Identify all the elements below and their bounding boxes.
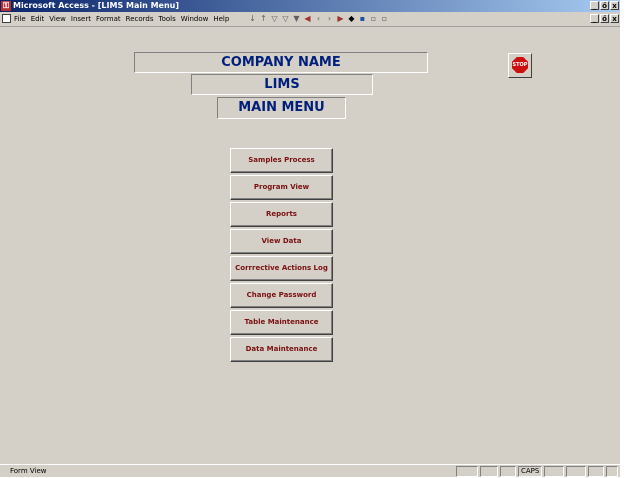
status-panel-2 bbox=[480, 466, 498, 477]
menu-items: File Edit View Insert Format Records Too… bbox=[14, 12, 234, 26]
menu-format[interactable]: Format bbox=[96, 12, 121, 26]
status-panel-5 bbox=[544, 466, 564, 477]
find-icon[interactable]: ◆ bbox=[347, 14, 356, 24]
menu-file[interactable]: File bbox=[14, 12, 26, 26]
caps-indicator: CAPS bbox=[518, 466, 542, 477]
record-toolbar: ↓ ↑ ▽ ▽ ▼ ◀ ‹ › ▶ ◆ ▪ ▫ ▫ bbox=[248, 14, 391, 24]
menu-help[interactable]: Help bbox=[213, 12, 229, 26]
restore-button[interactable]: ő bbox=[600, 1, 609, 10]
first-record-icon[interactable]: ◀ bbox=[303, 14, 312, 24]
change-password-button[interactable]: Change Password bbox=[230, 283, 333, 308]
form-document-icon[interactable] bbox=[2, 14, 11, 23]
last-record-icon[interactable]: ▶ bbox=[336, 14, 345, 24]
window-title: Microsoft Access - [LIMS Main Menu] bbox=[13, 1, 180, 10]
menu-window[interactable]: Window bbox=[181, 12, 209, 26]
access-window: ⚿ Microsoft Access - [LIMS Main Menu] _ … bbox=[0, 0, 620, 477]
menu-bar: File Edit View Insert Format Records Too… bbox=[0, 12, 620, 27]
reports-button[interactable]: Reports bbox=[230, 202, 333, 227]
access-key-icon: ⚿ bbox=[1, 1, 11, 11]
company-name-label: COMPANY NAME bbox=[134, 52, 428, 73]
doc-close-button[interactable]: x bbox=[610, 14, 619, 23]
menu-insert[interactable]: Insert bbox=[71, 12, 91, 26]
document-controls: _ ő x bbox=[589, 14, 619, 23]
window-controls: _ ő x bbox=[589, 1, 619, 11]
screen-edge bbox=[620, 0, 627, 477]
data-maintenance-button[interactable]: Data Maintenance bbox=[230, 337, 333, 362]
view-mode-status: Form View bbox=[10, 467, 47, 475]
stop-sign-icon: STOP bbox=[512, 57, 528, 73]
title-bar[interactable]: ⚿ Microsoft Access - [LIMS Main Menu] _ … bbox=[0, 0, 620, 12]
menu-title-label: MAIN MENU bbox=[217, 97, 346, 119]
status-panel-3 bbox=[500, 466, 516, 477]
doc-minimize-button[interactable]: _ bbox=[590, 14, 599, 23]
status-panel-6 bbox=[566, 466, 586, 477]
status-bar: Form View CAPS bbox=[0, 464, 620, 478]
filter-form-icon[interactable]: ▽ bbox=[281, 14, 290, 24]
minimize-button[interactable]: _ bbox=[590, 1, 599, 10]
corrective-actions-log-button[interactable]: Corrrective Actions Log bbox=[230, 256, 333, 281]
delete-icon[interactable]: ▫ bbox=[369, 14, 378, 24]
next-record-icon[interactable]: › bbox=[325, 14, 334, 24]
program-view-button[interactable]: Program View bbox=[230, 175, 333, 200]
status-panel-8 bbox=[606, 466, 618, 477]
sort-asc-icon[interactable]: ↓ bbox=[248, 14, 257, 24]
doc-restore-button[interactable]: ő bbox=[600, 14, 609, 23]
samples-process-button[interactable]: Samples Process bbox=[230, 148, 333, 173]
sort-desc-icon[interactable]: ↑ bbox=[259, 14, 268, 24]
filter-selection-icon[interactable]: ▽ bbox=[270, 14, 279, 24]
prev-record-icon[interactable]: ‹ bbox=[314, 14, 323, 24]
stop-button[interactable]: STOP bbox=[508, 53, 532, 78]
menu-records[interactable]: Records bbox=[126, 12, 154, 26]
new-object-icon[interactable]: ▪ bbox=[358, 14, 367, 24]
app-name-label: LIMS bbox=[191, 74, 373, 95]
table-maintenance-button[interactable]: Table Maintenance bbox=[230, 310, 333, 335]
menu-edit[interactable]: Edit bbox=[31, 12, 45, 26]
apply-filter-icon[interactable]: ▼ bbox=[292, 14, 301, 24]
menu-view[interactable]: View bbox=[49, 12, 66, 26]
status-panel-1 bbox=[456, 466, 478, 477]
properties-icon[interactable]: ▫ bbox=[380, 14, 389, 24]
menu-tools[interactable]: Tools bbox=[159, 12, 176, 26]
close-button[interactable]: x bbox=[610, 1, 619, 10]
view-data-button[interactable]: View Data bbox=[230, 229, 333, 254]
status-panel-7 bbox=[588, 466, 604, 477]
